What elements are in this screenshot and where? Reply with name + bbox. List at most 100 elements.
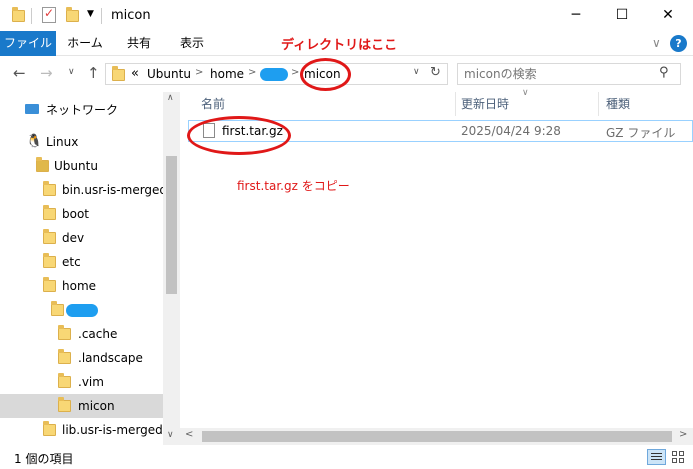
sidebar-item-linux[interactable]: 🐧 Linux <box>0 130 163 154</box>
sidebar-item-user-folder[interactable] <box>0 298 163 322</box>
tab-view[interactable]: 表示 <box>170 31 214 56</box>
network-icon <box>25 104 39 114</box>
folder-icon <box>43 421 56 436</box>
file-type: GZ ファイル <box>606 126 676 140</box>
breadcrumb-separator-icon[interactable]: > <box>195 67 203 78</box>
address-bar[interactable]: « Ubuntu > home > > micon ∨ ↻ <box>105 63 448 85</box>
item-count: 1 個の項目 <box>14 452 74 466</box>
search-box[interactable]: ⚲ <box>457 63 681 85</box>
folder-icon <box>58 373 71 388</box>
search-input[interactable] <box>464 66 644 82</box>
quick-access-dropdown-icon[interactable]: ▼ <box>87 9 94 19</box>
sidebar-item-label: bin.usr-is-merged <box>62 183 168 197</box>
redacted-username <box>260 68 288 81</box>
linux-icon: 🐧 <box>26 134 43 149</box>
folder-icon <box>58 397 71 412</box>
folder-icon <box>51 301 64 316</box>
sidebar-scroll-thumb[interactable] <box>166 156 177 294</box>
large-icons-view-icon[interactable] <box>670 449 687 465</box>
column-header-type[interactable]: 種類 <box>606 92 630 116</box>
divider <box>101 8 102 24</box>
column-header-name[interactable]: 名前 <box>201 92 225 116</box>
navigation-pane: ネットワーク 🐧 Linux Ubuntu bin.usr-is-merged … <box>0 92 180 445</box>
sidebar-item-label: micon <box>78 399 115 413</box>
sidebar-item-dev[interactable]: dev <box>0 226 163 250</box>
sidebar-item-label: .landscape <box>78 351 143 365</box>
sidebar-item-boot[interactable]: boot <box>0 202 163 226</box>
new-folder-icon[interactable] <box>66 7 79 22</box>
copy-annotation: first.tar.gz をコピー <box>237 179 350 193</box>
folder-icon <box>43 205 56 220</box>
scroll-left-icon[interactable]: < <box>185 429 193 440</box>
properties-icon[interactable]: ✓ <box>42 6 56 23</box>
folder-icon <box>43 229 56 244</box>
folder-icon <box>43 181 56 196</box>
horizontal-scroll-thumb[interactable] <box>202 431 672 442</box>
sidebar-item-label: Ubuntu <box>54 159 98 173</box>
recent-locations-icon[interactable]: ∨ <box>68 67 75 77</box>
sort-indicator-icon: ∨ <box>522 88 529 98</box>
breadcrumb-ubuntu[interactable]: Ubuntu <box>147 67 191 81</box>
maximize-button[interactable]: ☐ <box>599 0 645 31</box>
up-arrow-icon[interactable]: ↑ <box>87 64 100 82</box>
sidebar-item-label: .cache <box>78 327 118 341</box>
sidebar-item-cache[interactable]: .cache <box>0 322 163 346</box>
sidebar-item-label: ネットワーク <box>46 103 119 117</box>
sidebar-item-etc[interactable]: etc <box>0 250 163 274</box>
divider <box>455 92 456 116</box>
divider <box>598 92 599 116</box>
sidebar-item-label: home <box>62 279 97 293</box>
folder-icon <box>58 349 71 364</box>
tab-share[interactable]: 共有 <box>118 31 160 56</box>
redacted-username <box>66 304 98 317</box>
tab-home[interactable]: ホーム <box>63 31 107 56</box>
column-header-modified[interactable]: 更新日時 <box>461 92 509 116</box>
status-bar: 1 個の項目 <box>0 445 693 469</box>
sidebar-item-label: etc <box>62 255 81 269</box>
details-view-icon[interactable] <box>647 449 666 465</box>
sidebar-item-label: dev <box>62 231 85 245</box>
folder-icon <box>58 325 71 340</box>
breadcrumb-home[interactable]: home <box>210 67 244 81</box>
folder-icon <box>43 253 56 268</box>
directory-annotation: ディレクトリはここ <box>281 38 398 53</box>
window-title: micon <box>111 8 151 23</box>
breadcrumb-separator-icon[interactable]: > <box>248 67 256 78</box>
close-button[interactable]: ✕ <box>645 0 691 31</box>
annotation-circle <box>300 58 351 91</box>
sidebar-item-network[interactable]: ネットワーク <box>0 98 163 122</box>
sidebar-item-label: lib.usr-is-merged <box>62 423 163 437</box>
breadcrumb-separator-icon[interactable]: > <box>291 67 299 78</box>
back-arrow-icon[interactable]: ← <box>13 64 26 82</box>
address-dropdown-icon[interactable]: ∨ <box>413 67 420 77</box>
scroll-up-icon[interactable]: ∧ <box>167 93 174 103</box>
ribbon: ファイル ホーム 共有 表示 ディレクトリはここ ∨ ? <box>0 31 693 56</box>
file-modified: 2025/04/24 9:28 <box>461 124 561 138</box>
folder-icon <box>112 66 125 81</box>
drive-folder-icon <box>36 157 49 172</box>
sidebar-item-home[interactable]: home <box>0 274 163 298</box>
sidebar-item-micon[interactable]: micon <box>0 394 163 418</box>
minimize-button[interactable]: ─ <box>553 0 599 31</box>
sidebar-item-label: boot <box>62 207 90 221</box>
scroll-right-icon[interactable]: > <box>679 429 687 440</box>
search-icon[interactable]: ⚲ <box>659 65 669 80</box>
scroll-down-icon[interactable]: ∨ <box>167 430 174 440</box>
forward-arrow-icon[interactable]: → <box>40 64 53 82</box>
sidebar-item-landscape[interactable]: .landscape <box>0 346 163 370</box>
help-icon[interactable]: ? <box>670 35 687 52</box>
sidebar-item-lib-usr-is-merged[interactable]: lib.usr-is-merged <box>0 418 163 442</box>
refresh-icon[interactable]: ↻ <box>430 65 441 80</box>
sidebar-item-bin-usr-is-merged[interactable]: bin.usr-is-merged <box>0 178 167 202</box>
folder-icon <box>12 7 25 22</box>
overflow-icon[interactable]: « <box>131 66 139 81</box>
sidebar-item-label: Linux <box>46 135 79 149</box>
sidebar-item-vim[interactable]: .vim <box>0 370 163 394</box>
sidebar-item-ubuntu[interactable]: Ubuntu <box>0 154 163 178</box>
sidebar-item-label: .vim <box>78 375 104 389</box>
tab-file[interactable]: ファイル <box>0 31 56 56</box>
folder-icon <box>43 277 56 292</box>
ribbon-expand-icon[interactable]: ∨ <box>652 36 661 50</box>
title-bar: ✓ ▼ micon ─ ☐ ✕ <box>0 0 693 31</box>
annotation-circle <box>187 116 291 155</box>
